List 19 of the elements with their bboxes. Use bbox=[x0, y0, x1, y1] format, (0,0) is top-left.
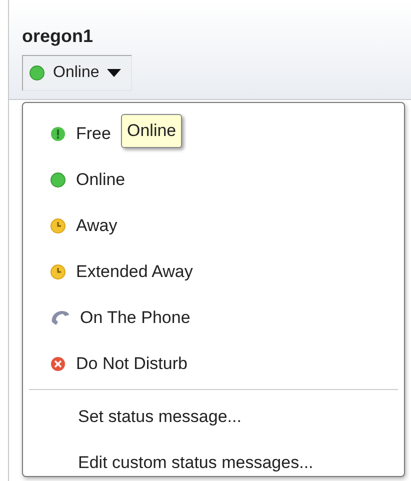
caret-icon bbox=[107, 68, 122, 78]
status-menu-item[interactable]: Away bbox=[23, 203, 118, 249]
account-name: oregon1 bbox=[22, 26, 94, 47]
menu-item[interactable]: Edit custom status messages... bbox=[23, 440, 314, 481]
status-menu-item[interactable]: Extended Away bbox=[23, 249, 193, 295]
status-menu-item[interactable]: Do Not Disturb bbox=[23, 341, 188, 387]
status-menu-item[interactable]: Free bbox=[23, 111, 111, 157]
clock-icon bbox=[50, 218, 66, 234]
tooltip: Online bbox=[121, 114, 182, 148]
clock-icon bbox=[50, 264, 66, 280]
status-dot-icon bbox=[29, 65, 45, 81]
status-dropdown[interactable]: Online bbox=[22, 55, 132, 91]
status-dot-icon bbox=[50, 172, 66, 188]
exclamation-status-icon bbox=[50, 126, 66, 142]
menu-item[interactable]: Set status message... bbox=[23, 394, 242, 440]
x-circle-icon bbox=[50, 356, 66, 372]
status-menu-item[interactable]: Online bbox=[23, 157, 126, 203]
status-menu-item[interactable]: On The Phone bbox=[23, 295, 190, 341]
phone-icon bbox=[50, 310, 70, 326]
